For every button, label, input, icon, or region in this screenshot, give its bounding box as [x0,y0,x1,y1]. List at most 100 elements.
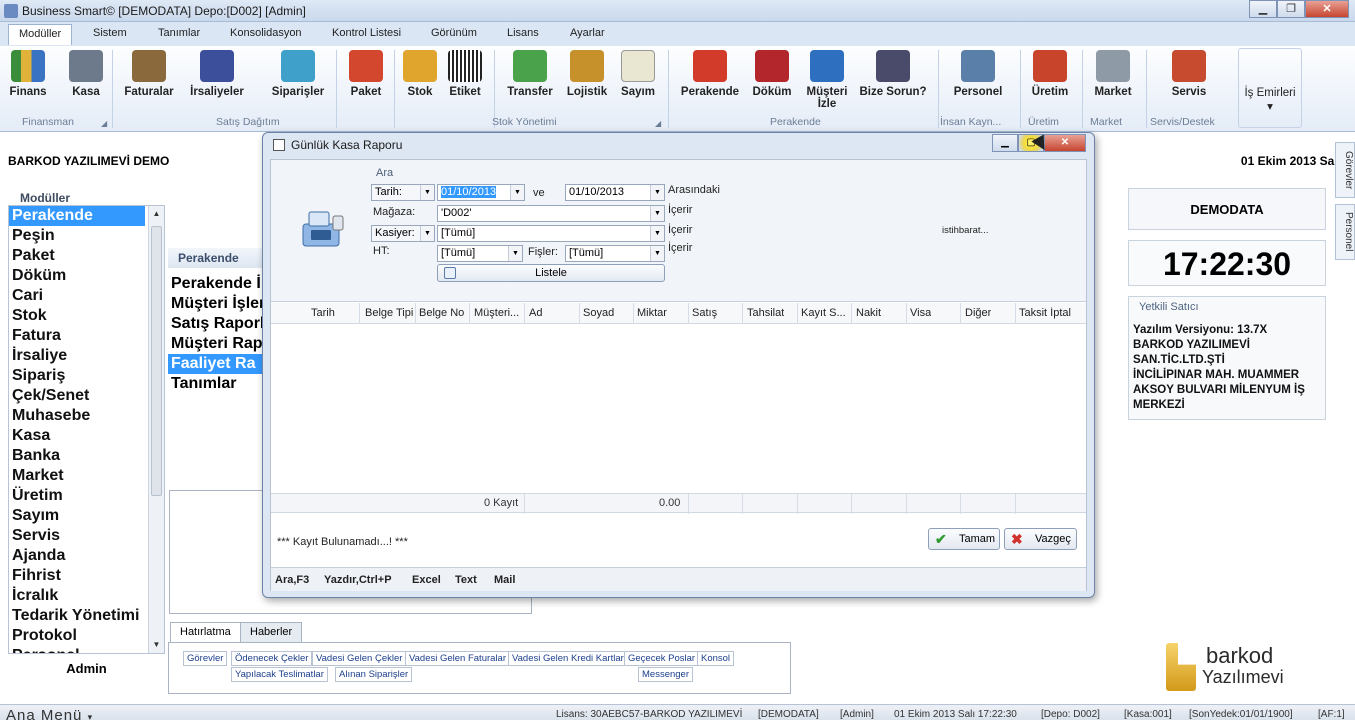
servis-button[interactable]: Servis [1166,50,1212,98]
date-from-input[interactable]: 01/10/2013 ▼ [437,184,525,201]
link-vadesi-gelen-faturalar[interactable]: Vadesi Gelen Faturalar [405,651,510,666]
tab-moduller[interactable]: Modüller [8,24,73,45]
transfer-button[interactable]: Transfer [504,50,556,98]
scroll-down-icon[interactable]: ▼ [149,637,164,653]
sayim-button[interactable]: Sayım [618,50,658,98]
chevron-down-icon[interactable]: ▼ [650,226,664,241]
side-tab-personel[interactable]: Personel [1335,204,1355,260]
siparisler-button[interactable]: Siparişler [268,50,328,98]
column-header[interactable]: Kayıt S... [801,307,851,319]
dialog-launcher-icon[interactable]: ◢ [101,119,107,128]
module-item[interactable]: Sayım [9,506,164,526]
module-item[interactable]: Peşin [9,226,164,246]
module-item[interactable]: Muhasebe [9,406,164,426]
column-header[interactable]: Taksit İptal [1019,307,1071,319]
column-header[interactable]: Nakit [856,307,881,319]
module-item[interactable]: Çek/Senet [9,386,164,406]
perakende-menu-item[interactable]: Müşteri İşler [168,294,268,314]
module-item[interactable]: Kasa [9,426,164,446]
chevron-down-icon[interactable]: ▼ [420,226,434,241]
column-header[interactable]: Visa [910,307,931,319]
module-item[interactable]: Personel [9,646,164,653]
irsaliyeler-button[interactable]: İrsaliyeler [186,50,248,98]
perakende-menu-item[interactable]: Satış Raporl [168,314,268,334]
tab-konsolidasyon[interactable]: Konsolidasyon [230,27,302,39]
close-button[interactable]: ✕ [1305,0,1349,18]
tab-tanimlar[interactable]: Tanımlar [158,27,200,39]
maximize-button[interactable]: ❐ [1277,0,1305,18]
column-header[interactable]: Müşteri... [474,307,524,319]
module-item[interactable]: Döküm [9,266,164,286]
perakende-menu-item[interactable]: Perakende İ [168,274,268,294]
module-item[interactable]: Servis [9,526,164,546]
hotkey-excel[interactable]: Excel [412,574,441,586]
chevron-down-icon[interactable]: ▼ [420,185,434,200]
module-item[interactable]: Fihrist [9,566,164,586]
module-item[interactable]: Perakende [9,206,145,226]
listele-button[interactable]: Listele [437,264,665,282]
finans-button[interactable]: Finans [8,50,48,98]
kasiyer-field-label[interactable]: Kasiyer: ▼ [371,225,435,242]
perakende-menu-item[interactable]: Tanımlar [168,374,268,394]
hotkey-ara[interactable]: Ara,F3 [275,574,309,586]
module-item[interactable]: Banka [9,446,164,466]
faturalar-button[interactable]: Faturalar [120,50,178,98]
dokum-button[interactable]: Döküm [750,50,794,98]
perakende-button[interactable]: Perakende [676,50,744,98]
scroll-thumb[interactable] [151,226,162,496]
column-header[interactable]: Satış [692,307,717,319]
module-item[interactable]: Cari [9,286,164,306]
column-header[interactable]: Miktar [637,307,667,319]
tab-ayarlar[interactable]: Ayarlar [570,27,605,39]
modules-scrollbar[interactable]: ▲ ▼ [148,206,164,653]
link-odenecek-cekler[interactable]: Ödenecek Çekler [231,651,313,666]
market-button[interactable]: Market [1090,50,1136,98]
scroll-up-icon[interactable]: ▲ [149,206,164,222]
main-menu-button[interactable]: Ana Menü ▾ [6,707,93,720]
dialog-launcher-icon[interactable]: ◢ [655,119,661,128]
fisler-input[interactable]: [Tümü] ▼ [565,245,665,262]
link-vadesi-gelen-kredi-kartlari[interactable]: Vadesi Gelen Kredi Kartları [508,651,631,666]
column-header[interactable]: Tarih [311,307,335,319]
chevron-down-icon[interactable]: ▼ [650,246,664,261]
ht-input[interactable]: [Tümü] ▼ [437,245,523,262]
module-item[interactable]: Ajanda [9,546,164,566]
vazgec-button[interactable]: ✖ Vazgeç [1004,528,1077,550]
chevron-down-icon[interactable]: ▼ [650,185,664,200]
column-header[interactable]: Diğer [965,307,991,319]
kasa-button[interactable]: Kasa [68,50,104,98]
dialog-close-button[interactable]: ✕ [1044,134,1086,152]
column-header[interactable]: Tahsilat [747,307,784,319]
tab-gorunum[interactable]: Görünüm [431,27,477,39]
is-emirleri-button[interactable]: İş Emirleri ▾ [1238,48,1302,128]
report-grid[interactable] [271,325,1086,487]
stok-button[interactable]: Stok [402,50,438,98]
column-header[interactable]: Ad [529,307,542,319]
tab-lisans[interactable]: Lisans [507,27,539,39]
side-tab-gorevler[interactable]: Görevler [1335,142,1355,198]
link-messenger[interactable]: Messenger [638,667,693,682]
module-item[interactable]: Üretim [9,486,164,506]
link-gececek-poslar[interactable]: Geçecek Poslar [624,651,700,666]
tab-kontrol-listesi[interactable]: Kontrol Listesi [332,27,401,39]
kasiyer-input[interactable]: [Tümü] ▼ [437,225,665,242]
column-header[interactable]: Belge No [419,307,464,319]
link-vadesi-gelen-cekler[interactable]: Vadesi Gelen Çekler [312,651,407,666]
module-item[interactable]: Stok [9,306,164,326]
minimize-button[interactable]: ▁ [1249,0,1277,18]
etiket-button[interactable]: Etiket [446,50,484,98]
module-item[interactable]: Sipariş [9,366,164,386]
tab-hatirlatma[interactable]: Hatırlatma [170,622,241,643]
lojistik-button[interactable]: Lojistik [564,50,610,98]
column-header[interactable]: Soyad [583,307,614,319]
chevron-down-icon[interactable]: ▼ [508,246,522,261]
link-gorevler[interactable]: Görevler [183,651,228,666]
hotkey-text[interactable]: Text [455,574,477,586]
link-konsol[interactable]: Konsol [697,651,735,666]
dialog-minimize-button[interactable]: ▁ [992,134,1018,152]
link-yapilacak-teslimatlar[interactable]: Yapılacak Teslimatlar [231,667,328,682]
hotkey-yazdir[interactable]: Yazdır,Ctrl+P [324,574,392,586]
istihbarat-link[interactable]: istihbarat... [942,225,988,236]
hotkey-mail[interactable]: Mail [494,574,515,586]
tab-sistem[interactable]: Sistem [93,27,127,39]
